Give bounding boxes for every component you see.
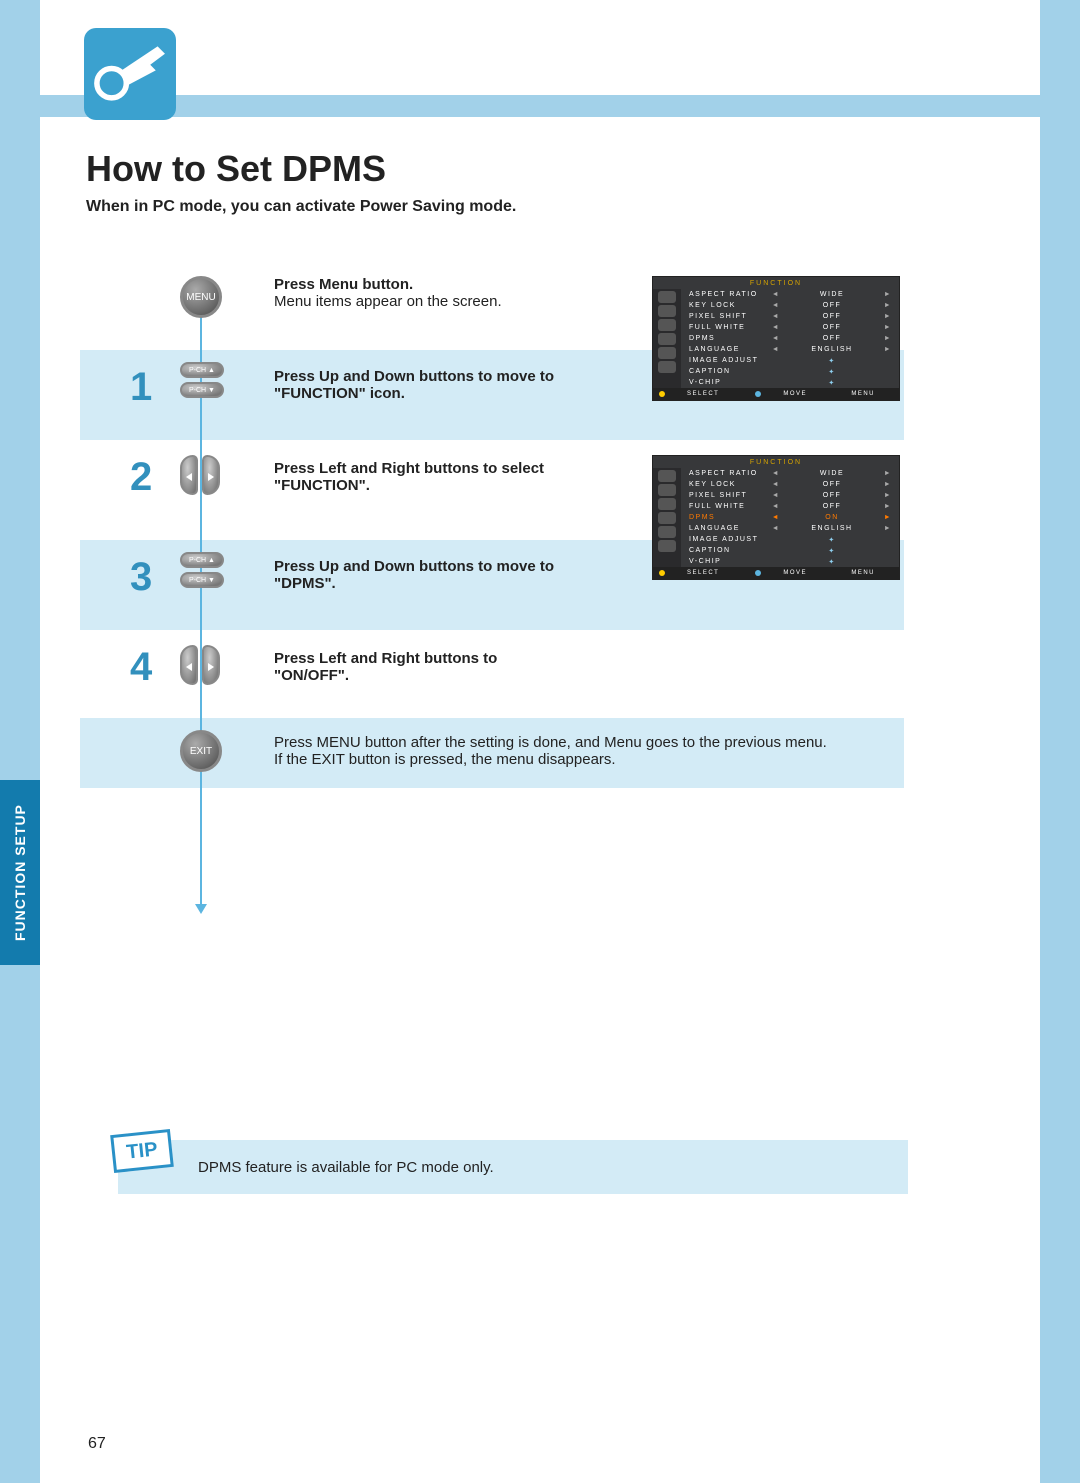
osd1-header: FUNCTION: [653, 277, 899, 289]
pch-down-icon-2: P-CH ▼: [180, 572, 224, 588]
osd-row: PIXEL SHIFT◄OFF►: [681, 490, 893, 501]
step-3-line2: "DPMS".: [274, 575, 634, 592]
osd-row: V-CHIP✦: [681, 377, 893, 388]
updown-buttons-icon-2: P-CH ▲ P-CH ▼: [180, 552, 228, 592]
step-1-line1: Press Up and Down buttons to move to: [274, 368, 634, 385]
osd-row: V-CHIP✦: [681, 556, 893, 567]
osd-row: ASPECT RATIO◄WIDE►: [681, 289, 893, 300]
osd1-footer: SELECT MOVE MENU: [653, 388, 899, 400]
right-button-icon-2: [202, 645, 220, 685]
osd-row: DPMS◄OFF►: [681, 333, 893, 344]
osd-row: LANGUAGE◄ENGLISH►: [681, 523, 893, 534]
header-wrench-icon: [84, 28, 176, 120]
pch-up-icon-2: P-CH ▲: [180, 552, 224, 568]
step-4-text: Press Left and Right buttons to "ON/OFF"…: [274, 650, 634, 684]
step-1-text: Press Up and Down buttons to move to "FU…: [274, 368, 634, 402]
step-2-text: Press Left and Right buttons to select "…: [274, 460, 634, 494]
step-number-4: 4: [130, 645, 152, 690]
page-title: How to Set DPMS: [86, 148, 386, 190]
side-tab-function-setup: FUNCTION SETUP: [0, 780, 40, 965]
osd2-footer: SELECT MOVE MENU: [653, 567, 899, 579]
tip-badge: TIP: [110, 1129, 174, 1173]
header-band: [40, 95, 1040, 117]
left-button-icon: [180, 455, 198, 495]
leftright-buttons-icon-2: [180, 645, 230, 689]
osd-row: FULL WHITE◄OFF►: [681, 501, 893, 512]
tip-row: TIP DPMS feature is available for PC mod…: [118, 1140, 908, 1194]
step-2-line1: Press Left and Right buttons to select: [274, 460, 634, 477]
osd2-rows: ASPECT RATIO◄WIDE►KEY LOCK◄OFF►PIXEL SHI…: [681, 468, 899, 567]
updown-buttons-icon: P-CH ▲ P-CH ▼: [180, 362, 228, 402]
pch-up-icon: P-CH ▲: [180, 362, 224, 378]
step-menu-light: Menu items appear on the screen.: [274, 293, 634, 310]
osd-row: IMAGE ADJUST✦: [681, 355, 893, 366]
step-number-1: 1: [130, 365, 152, 410]
osd-row: KEY LOCK◄OFF►: [681, 479, 893, 490]
osd-row: ASPECT RATIO◄WIDE►: [681, 468, 893, 479]
step-number-2: 2: [130, 455, 152, 500]
osd-row: IMAGE ADJUST✦: [681, 534, 893, 545]
osd-row: FULL WHITE◄OFF►: [681, 322, 893, 333]
step-3-text: Press Up and Down buttons to move to "DP…: [274, 558, 634, 592]
pch-down-icon: P-CH ▼: [180, 382, 224, 398]
osd-row: LANGUAGE◄ENGLISH►: [681, 344, 893, 355]
right-button-icon: [202, 455, 220, 495]
menu-button-icon: MENU: [180, 276, 222, 318]
step-menu-bold: Press Menu button.: [274, 276, 634, 293]
osd2-side-icons: [653, 468, 681, 567]
step-4-line2: "ON/OFF".: [274, 667, 634, 684]
page-number: 67: [88, 1435, 106, 1453]
exit-button-icon: EXIT: [180, 730, 222, 772]
step-menu-text: Press Menu button. Menu items appear on …: [274, 276, 634, 310]
osd-row: PIXEL SHIFT◄OFF►: [681, 311, 893, 322]
osd1-rows: ASPECT RATIO◄WIDE►KEY LOCK◄OFF►PIXEL SHI…: [681, 289, 899, 388]
step-exit-text: Press MENU button after the setting is d…: [274, 734, 894, 768]
step-4-line1: Press Left and Right buttons to: [274, 650, 634, 667]
step-exit-line2: If the EXIT button is pressed, the menu …: [274, 751, 894, 768]
leftright-buttons-icon: [180, 455, 230, 499]
osd-screenshot-2: FUNCTION ASPECT RATIO◄WIDE►KEY LOCK◄OFF►…: [652, 455, 900, 580]
osd-row: CAPTION✦: [681, 366, 893, 377]
osd-row: CAPTION✦: [681, 545, 893, 556]
left-button-icon-2: [180, 645, 198, 685]
step-3-line1: Press Up and Down buttons to move to: [274, 558, 634, 575]
step-1-line2: "FUNCTION" icon.: [274, 385, 634, 402]
osd1-side-icons: [653, 289, 681, 388]
step-number-3: 3: [130, 555, 152, 600]
osd-row: KEY LOCK◄OFF►: [681, 300, 893, 311]
page-subtitle: When in PC mode, you can activate Power …: [86, 198, 516, 216]
step-exit-line1: Press MENU button after the setting is d…: [274, 734, 894, 751]
tip-text: DPMS feature is available for PC mode on…: [198, 1159, 494, 1176]
step-2-line2: "FUNCTION".: [274, 477, 634, 494]
osd-screenshot-1: FUNCTION ASPECT RATIO◄WIDE►KEY LOCK◄OFF►…: [652, 276, 900, 401]
page-body: How to Set DPMS When in PC mode, you can…: [40, 0, 1040, 1483]
osd-row: DPMS◄ON►: [681, 512, 893, 523]
osd2-header: FUNCTION: [653, 456, 899, 468]
